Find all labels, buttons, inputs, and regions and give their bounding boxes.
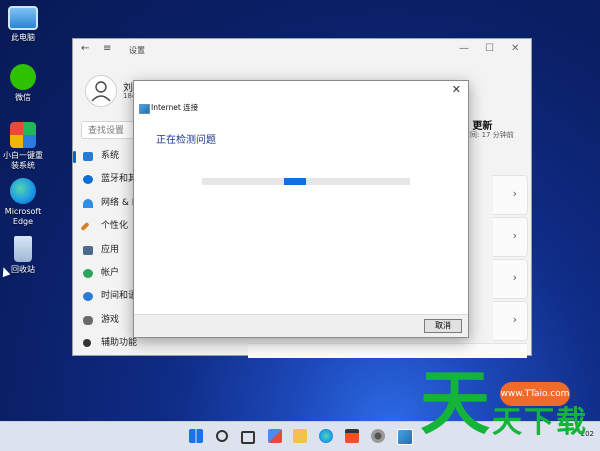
internet-connection-dialog: Internet 连接 ✕ 正在检测问题 取消 [133, 80, 469, 338]
person-icon [83, 268, 93, 278]
monitor-icon [8, 6, 38, 30]
apps-icon [83, 245, 93, 255]
system-icon [83, 152, 93, 161]
settings-card[interactable]: › [493, 217, 528, 257]
window-title: 设置 [129, 46, 145, 55]
nav-label: 帐户 [101, 267, 120, 278]
settings-card[interactable]: › [493, 259, 528, 299]
nav-label: 个性化 [101, 221, 129, 232]
desktop-icon-wechat[interactable]: 微信 [0, 64, 46, 103]
edge-icon [10, 178, 36, 204]
minimize-button[interactable]: — [459, 43, 469, 54]
settings-gear-icon[interactable] [371, 429, 385, 443]
progress-indicator [284, 178, 306, 185]
wechat-icon [10, 64, 36, 90]
watermark-char: 天 [492, 405, 522, 440]
dialog-title: Internet 连接 [151, 103, 199, 112]
accessibility-icon [83, 339, 91, 348]
task-view-icon[interactable] [241, 431, 255, 444]
dialog-heading: 正在检测问题 [156, 135, 216, 146]
widgets-icon[interactable] [268, 429, 282, 443]
recycle-bin-icon [14, 236, 32, 262]
brush-icon [80, 222, 90, 232]
nav-label: 蓝牙和其 [101, 174, 138, 185]
xiaobai-icon [10, 122, 36, 148]
chevron-right-icon: › [512, 187, 517, 200]
desktop-icon-this-pc[interactable]: 此电脑 [0, 6, 46, 43]
user-icon [91, 81, 111, 102]
settings-card[interactable]: › [493, 175, 528, 215]
edge-taskbar-icon[interactable] [319, 429, 333, 443]
chevron-right-icon: › [512, 313, 517, 326]
settings-card[interactable]: › [493, 301, 528, 341]
search-icon[interactable] [216, 430, 228, 442]
nav-label: 游戏 [101, 314, 120, 325]
nav-label: 辅助功能 [101, 338, 138, 349]
avatar[interactable] [85, 75, 117, 107]
store-icon[interactable] [345, 429, 359, 443]
watermark-char: 天 [420, 361, 490, 444]
watermark-url: www.TTaio.com [500, 382, 570, 406]
settings-card[interactable] [248, 343, 527, 358]
network-diagnostics-icon[interactable] [397, 429, 413, 445]
chevron-right-icon: › [512, 229, 517, 242]
dialog-footer: 取消 [134, 314, 468, 337]
nav-label: 系统 [101, 151, 120, 161]
windows-update-subtitle: 时间: 17 分钟前 [463, 131, 514, 139]
bluetooth-icon [83, 175, 93, 185]
wifi-icon [83, 198, 93, 208]
desktop-icon-label: 小白一键重装系统 [3, 151, 43, 170]
chevron-right-icon: › [512, 271, 517, 284]
maximize-button[interactable]: ☐ [485, 43, 494, 54]
globe-icon [83, 292, 93, 302]
network-icon [139, 104, 150, 114]
nav-label: 时间和语 [101, 291, 138, 302]
desktop-icon-label: 微信 [15, 93, 31, 102]
settings-titlebar[interactable]: ← ≡ 设置 — ☐ ✕ [73, 39, 531, 61]
nav-label: 应用 [101, 244, 120, 255]
cancel-button[interactable]: 取消 [424, 319, 462, 333]
gamepad-icon [83, 315, 93, 325]
progress-bar [202, 178, 410, 185]
file-explorer-icon[interactable] [293, 429, 307, 443]
back-arrow-icon[interactable]: ← [81, 43, 89, 54]
watermark-char: 载 [556, 405, 586, 440]
desktop-icon-xiaobai[interactable]: 小白一键重装系统 [0, 122, 46, 171]
dialog-close-button[interactable]: ✕ [452, 83, 461, 96]
desktop-icon-label: Microsoft Edge [4, 207, 42, 226]
watermark-char: 下 [524, 405, 554, 440]
close-button[interactable]: ✕ [511, 43, 519, 54]
selection-indicator [73, 151, 76, 163]
desktop-icon-edge[interactable]: Microsoft Edge [0, 178, 46, 227]
desktop-icon-label: 此电脑 [11, 33, 35, 42]
start-icon[interactable] [189, 429, 203, 443]
menu-icon[interactable]: ≡ [103, 43, 111, 54]
